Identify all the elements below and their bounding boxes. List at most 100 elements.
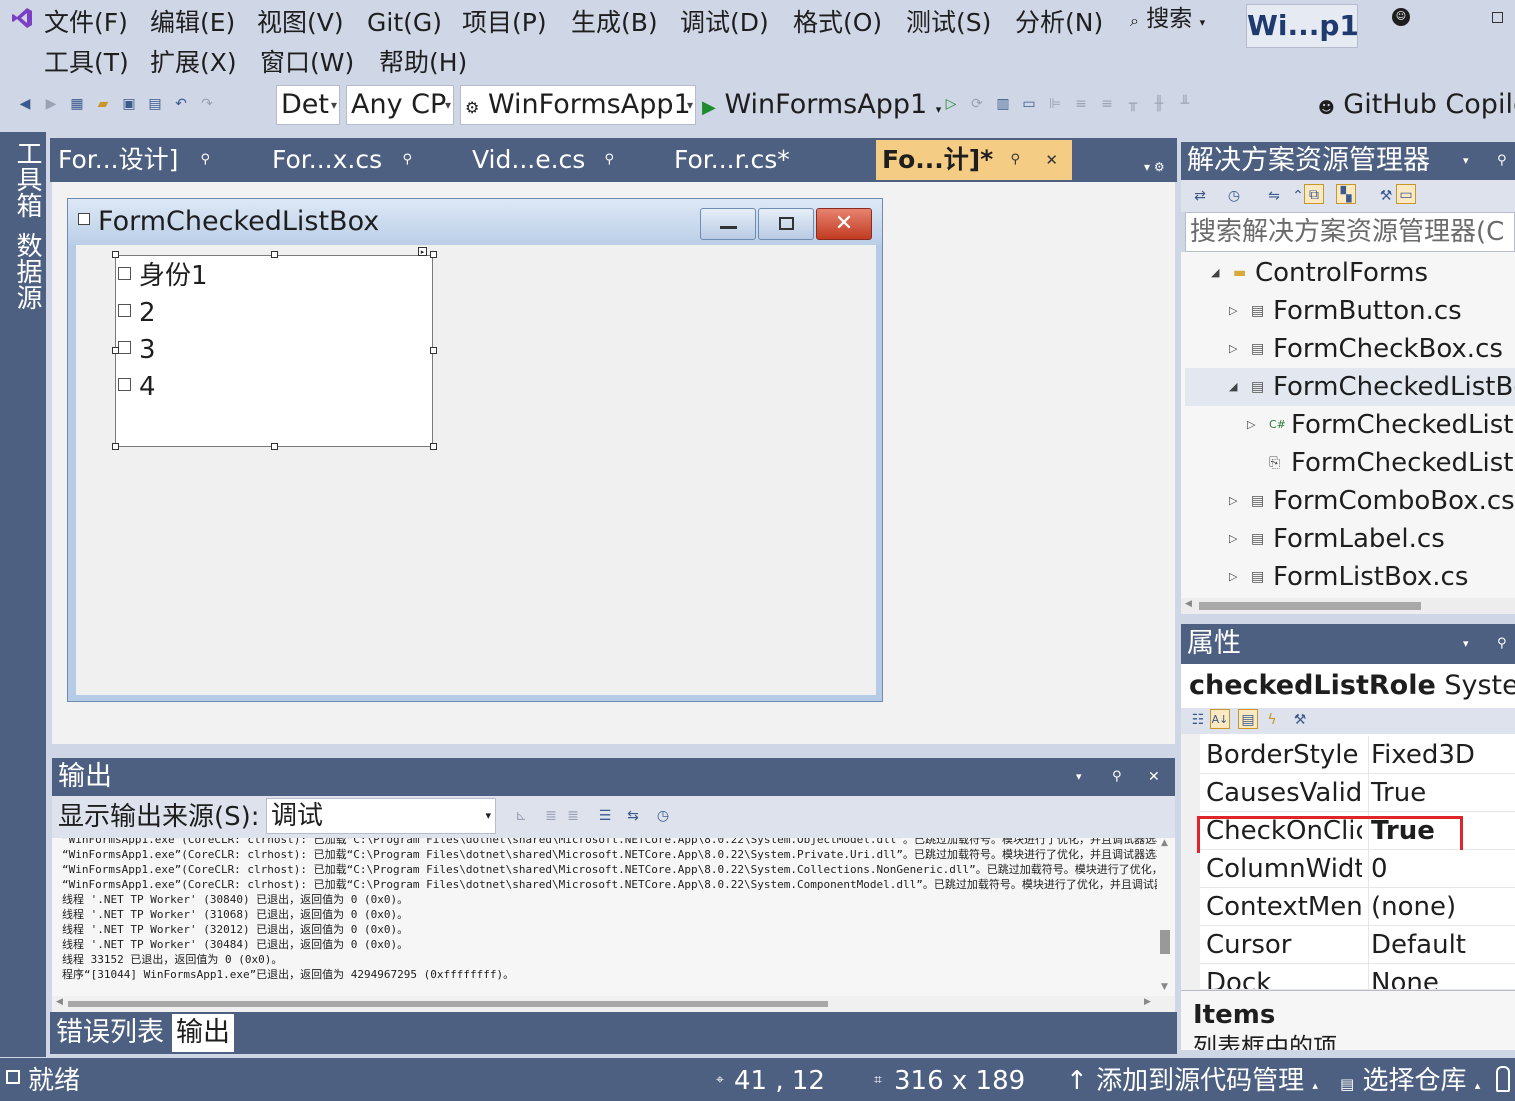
maximize-button[interactable] — [758, 208, 814, 240]
property-value[interactable]: 0 — [1368, 850, 1515, 888]
expanded-icon[interactable]: ◢ — [1211, 254, 1219, 292]
tab-form-checkedlistbox-designer[interactable]: Fo...计]* ⚲ ✕ — [876, 140, 1072, 180]
sync-icon[interactable]: ⇋ — [1264, 186, 1284, 206]
property-row[interactable]: Dock None — [1200, 964, 1515, 990]
switch-views-icon[interactable]: ⇄ — [1190, 186, 1210, 206]
collapsed-icon[interactable]: ▷ — [1229, 482, 1237, 520]
tree-node-formcheckedlist-resx[interactable]: ⎘ FormCheckedList — [1185, 444, 1515, 482]
copy-icon[interactable]: ⧉ — [1304, 184, 1324, 204]
tab-form-r-cs[interactable]: For...r.cs* — [668, 140, 874, 180]
scroll-down-icon[interactable]: ▼ — [1161, 982, 1168, 992]
resize-handle[interactable] — [271, 251, 278, 258]
history-icon[interactable]: ◷ — [1224, 186, 1244, 206]
preview-icon[interactable]: ▭ — [1396, 184, 1416, 204]
alphabetical-icon[interactable]: A↓ — [1210, 709, 1230, 729]
tree-node-formcheckedlist-designer-cs[interactable]: ▷ C# FormCheckedList — [1185, 406, 1515, 444]
platform-combo[interactable]: Any CP ▾ — [346, 85, 454, 125]
menu-edit[interactable]: 编辑(E) — [150, 6, 235, 40]
scrollbar-thumb[interactable] — [1160, 930, 1170, 954]
scrollbar-thumb[interactable] — [68, 1001, 828, 1007]
checkbox[interactable] — [118, 341, 131, 354]
wrench-icon[interactable]: ⚒ — [1376, 186, 1396, 206]
events-icon[interactable]: ϟ — [1262, 710, 1282, 730]
datasource-tab[interactable]: 数据源 — [8, 232, 42, 310]
menu-project[interactable]: 项目(P) — [462, 6, 547, 40]
collapsed-icon[interactable]: ▷ — [1229, 520, 1237, 558]
undo-icon[interactable]: ↶ — [171, 94, 191, 114]
checkbox[interactable] — [118, 304, 131, 317]
tree-node-formcheckbox[interactable]: ▷ ▤ FormCheckBox.cs — [1185, 330, 1515, 368]
align-right-icon[interactable]: ≡ — [1097, 94, 1117, 114]
menu-build[interactable]: 生成(B) — [571, 6, 658, 40]
pin-icon[interactable]: ⚲ — [402, 140, 412, 180]
start-without-debug-icon[interactable]: ▷ — [941, 94, 961, 114]
list-item[interactable]: 身份1 — [118, 258, 208, 294]
property-pages-icon[interactable]: ⚒ — [1290, 710, 1310, 730]
next-message-icon[interactable]: ≣ — [563, 806, 583, 826]
resize-handle[interactable] — [271, 443, 278, 450]
checkbox[interactable] — [118, 378, 131, 391]
chevron-down-icon[interactable]: ▾ — [1463, 624, 1469, 664]
property-value[interactable]: (none) — [1368, 888, 1515, 926]
word-wrap-icon[interactable]: ⇆ — [623, 806, 643, 826]
designer-form-window[interactable]: FormCheckedListBox ✕ 身份1 2 3 4 ▸ — [67, 198, 883, 702]
search-box[interactable]: ⌕ 搜索 ▾ — [1130, 4, 1230, 34]
collapsed-icon[interactable]: ▷ — [1229, 330, 1237, 368]
toolbox-tab[interactable]: 工具箱 — [8, 140, 42, 218]
solution-search-input[interactable]: 搜索解决方案资源管理器(C — [1185, 212, 1515, 252]
select-repo-button[interactable]: ▤ 选择仓库 ▴ — [1340, 1062, 1490, 1100]
menu-git[interactable]: Git(G) — [367, 6, 442, 40]
find-in-output-icon[interactable]: ⊾ — [511, 806, 531, 826]
clock-icon[interactable]: ◷ — [653, 806, 673, 826]
config-combo[interactable]: Det ▾ — [276, 85, 340, 125]
clear-all-icon[interactable]: ☰ — [595, 806, 615, 826]
minimize-button[interactable] — [700, 208, 756, 240]
tab-form-designer[interactable]: For...设计] ⚲ — [52, 140, 264, 180]
property-row[interactable]: Cursor Default — [1200, 926, 1515, 964]
tree-node-formcheckedlistbox[interactable]: ◢ ▤ FormCheckedListBo — [1185, 368, 1515, 406]
menu-window[interactable]: 窗口(W) — [260, 46, 354, 80]
close-icon[interactable]: ✕ — [1148, 758, 1160, 796]
menu-test[interactable]: 测试(S) — [906, 6, 991, 40]
save-all-icon[interactable]: ▤ — [145, 94, 165, 114]
run-button[interactable]: ▶ WinFormsApp1 ▾ — [702, 85, 941, 125]
menu-debug[interactable]: 调试(D) — [680, 6, 769, 40]
menu-help[interactable]: 帮助(H) — [379, 46, 467, 80]
output-horizontal-scrollbar[interactable]: ◀ ▶ — [52, 996, 1175, 1012]
scroll-up-icon[interactable]: ▲ — [1161, 838, 1168, 848]
scroll-right-icon[interactable]: ▶ — [1144, 997, 1151, 1007]
list-item[interactable]: 2 — [118, 295, 156, 331]
chevron-down-icon[interactable]: ▾ — [1463, 142, 1469, 180]
solution-icon[interactable]: ▥ — [993, 94, 1013, 114]
tab-overflow-icon[interactable]: ▾ ⚙ — [1144, 160, 1165, 174]
align-center-icon[interactable]: ≡ — [1071, 94, 1091, 114]
close-button[interactable]: ✕ — [816, 208, 872, 240]
tree-node-formcombobox[interactable]: ▷ ▤ FormComboBox.cs — [1185, 482, 1515, 520]
account-icon[interactable]: ☺ — [1392, 8, 1410, 26]
tree-node-formlabel[interactable]: ▷ ▤ FormLabel.cs — [1185, 520, 1515, 558]
tab-output[interactable]: 输出 — [172, 1014, 234, 1052]
checkbox[interactable] — [118, 267, 131, 280]
pin-icon[interactable]: ⚲ — [1010, 140, 1020, 180]
solution-horizontal-scrollbar[interactable]: ◀ — [1181, 598, 1515, 614]
pin-icon[interactable]: ⚲ — [1497, 142, 1507, 180]
resize-handle[interactable] — [430, 443, 437, 450]
property-row[interactable]: BorderStyle Fixed3D — [1200, 736, 1515, 774]
new-project-icon[interactable]: ▦ — [67, 94, 87, 114]
tab-error-list[interactable]: 错误列表 — [54, 1014, 166, 1052]
vs-logo-icon[interactable] — [10, 6, 34, 30]
close-icon[interactable]: ✕ — [1045, 140, 1058, 180]
collapsed-icon[interactable]: ▷ — [1229, 558, 1237, 596]
tree-node-formlistbox[interactable]: ▷ ▤ FormListBox.cs — [1185, 558, 1515, 596]
chevron-down-icon[interactable]: ▾ — [1076, 758, 1082, 796]
output-text-area[interactable]: “WinFormsApp1.exe”(CoreCLR: clrhost): 已加… — [52, 838, 1157, 996]
resize-handle[interactable] — [112, 347, 119, 354]
layout-icon[interactable]: ▭ — [1019, 94, 1039, 114]
property-value[interactable]: True — [1368, 774, 1515, 812]
list-item[interactable]: 3 — [118, 332, 156, 368]
output-source-combo[interactable]: 调试 ▾ — [266, 798, 496, 834]
pin-icon[interactable]: ⚲ — [604, 140, 614, 180]
categorized-icon[interactable]: ☷ — [1188, 710, 1208, 730]
solution-name-badge[interactable]: Wi...p1 — [1246, 4, 1359, 48]
save-icon[interactable]: ▣ — [119, 94, 139, 114]
